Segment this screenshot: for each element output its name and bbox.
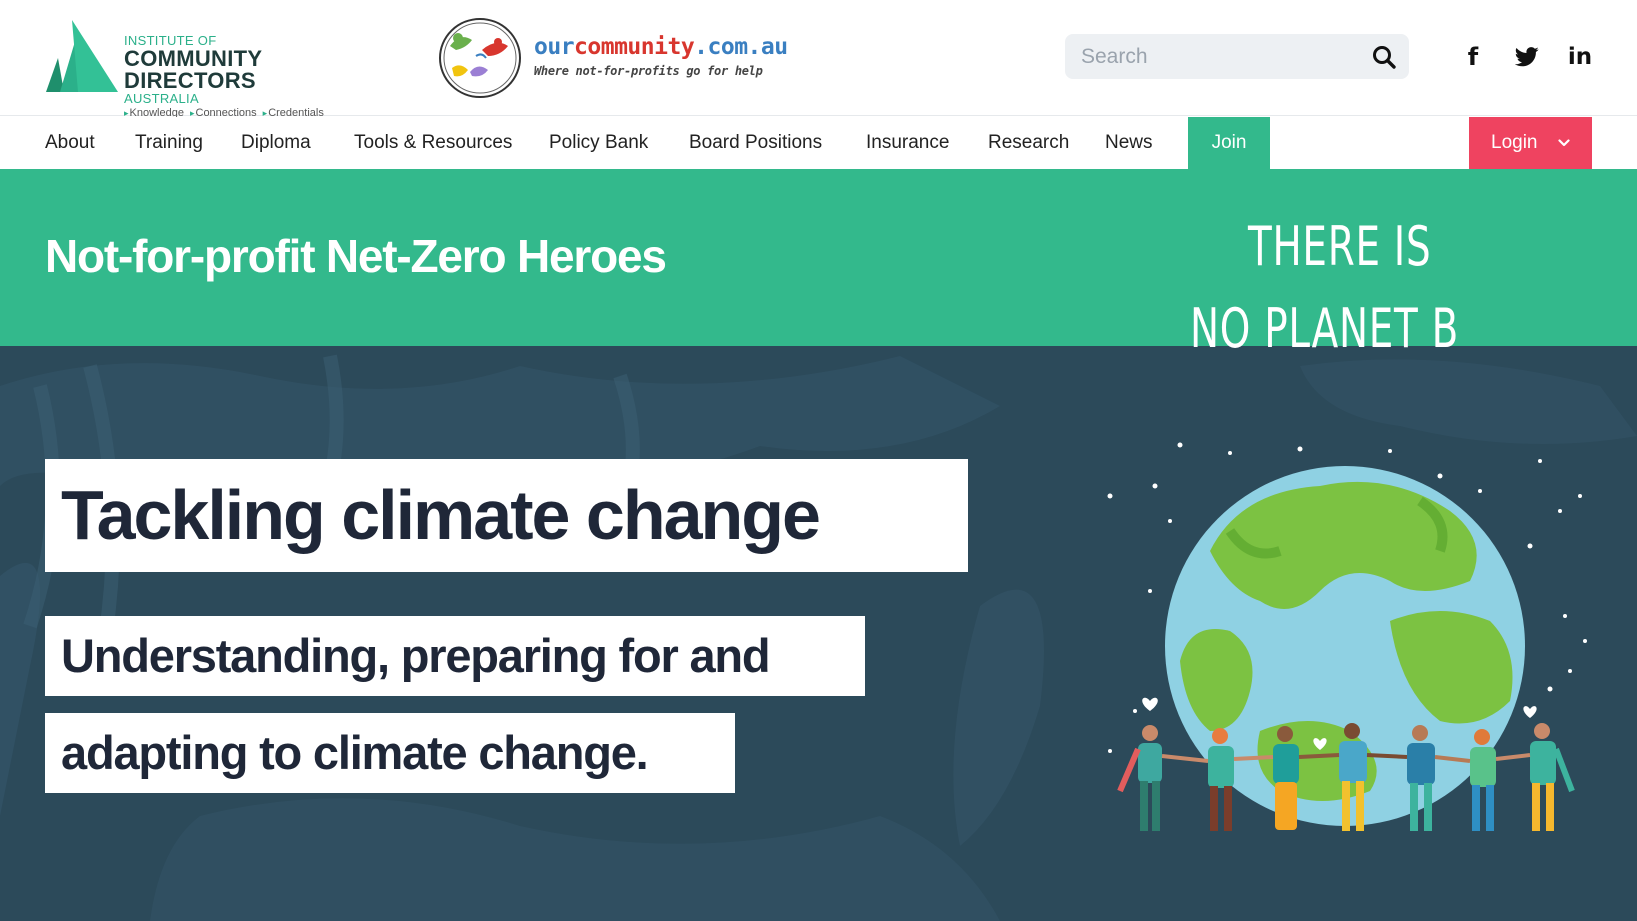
login-button[interactable]: Login xyxy=(1469,117,1592,169)
search-icon[interactable] xyxy=(1371,44,1397,70)
twitter-icon[interactable] xyxy=(1512,42,1542,72)
nav-item-insurance[interactable]: Insurance xyxy=(866,117,949,169)
nav-item-board-positions[interactable]: Board Positions xyxy=(689,117,822,169)
nav-item-policy-bank[interactable]: Policy Bank xyxy=(549,117,648,169)
page-title: Not-for-profit Net-Zero Heroes xyxy=(45,230,667,282)
ourcommunity-name: ourcommunity.com.au xyxy=(534,34,788,60)
site-header: INSTITUTE OF COMMUNITY DIRECTORS AUSTRAL… xyxy=(0,0,1637,119)
hero-headline: Tackling climate change xyxy=(45,459,968,572)
search-box xyxy=(1065,34,1409,79)
nav-item-about[interactable]: About xyxy=(45,117,95,169)
icd-logo[interactable]: INSTITUTE OF COMMUNITY DIRECTORS AUSTRAL… xyxy=(42,16,382,119)
chevron-down-icon xyxy=(1558,139,1570,147)
ourcommunity-circle-icon xyxy=(439,18,521,98)
nav-item-news[interactable]: News xyxy=(1105,117,1153,169)
main-nav: About Training Diploma Tools & Resources… xyxy=(0,117,1637,169)
linkedin-icon[interactable]: in xyxy=(1565,42,1595,72)
nav-item-tools-resources[interactable]: Tools & Resources xyxy=(354,117,512,169)
planet-text-line1: THERE IS xyxy=(1248,215,1432,278)
icd-logo-line2: COMMUNITY DIRECTORS xyxy=(124,46,262,93)
icd-sails-icon xyxy=(46,20,118,92)
nav-item-diploma[interactable]: Diploma xyxy=(241,117,311,169)
login-label: Login xyxy=(1491,132,1538,153)
hero-section: Tackling climate change Understanding, p… xyxy=(0,346,1637,921)
join-button[interactable]: Join xyxy=(1188,117,1270,169)
hero-subline-2: adapting to climate change. xyxy=(45,713,735,793)
facebook-icon[interactable]: f xyxy=(1458,42,1488,72)
no-planet-b-illustration xyxy=(1107,442,1587,831)
nav-item-research[interactable]: Research xyxy=(988,117,1069,169)
planet-text-line2: NO PLANET B xyxy=(1190,297,1459,360)
icd-logo-line3: AUSTRALIA xyxy=(124,91,199,106)
search-input[interactable] xyxy=(1081,34,1361,79)
nav-item-training[interactable]: Training xyxy=(135,117,203,169)
ourcommunity-logo[interactable]: ourcommunity.com.au Where not-for-profit… xyxy=(436,14,796,100)
ourcommunity-tagline: Where not-for-profits go for help xyxy=(534,64,763,78)
hero-subline-1: Understanding, preparing for and xyxy=(45,616,865,696)
